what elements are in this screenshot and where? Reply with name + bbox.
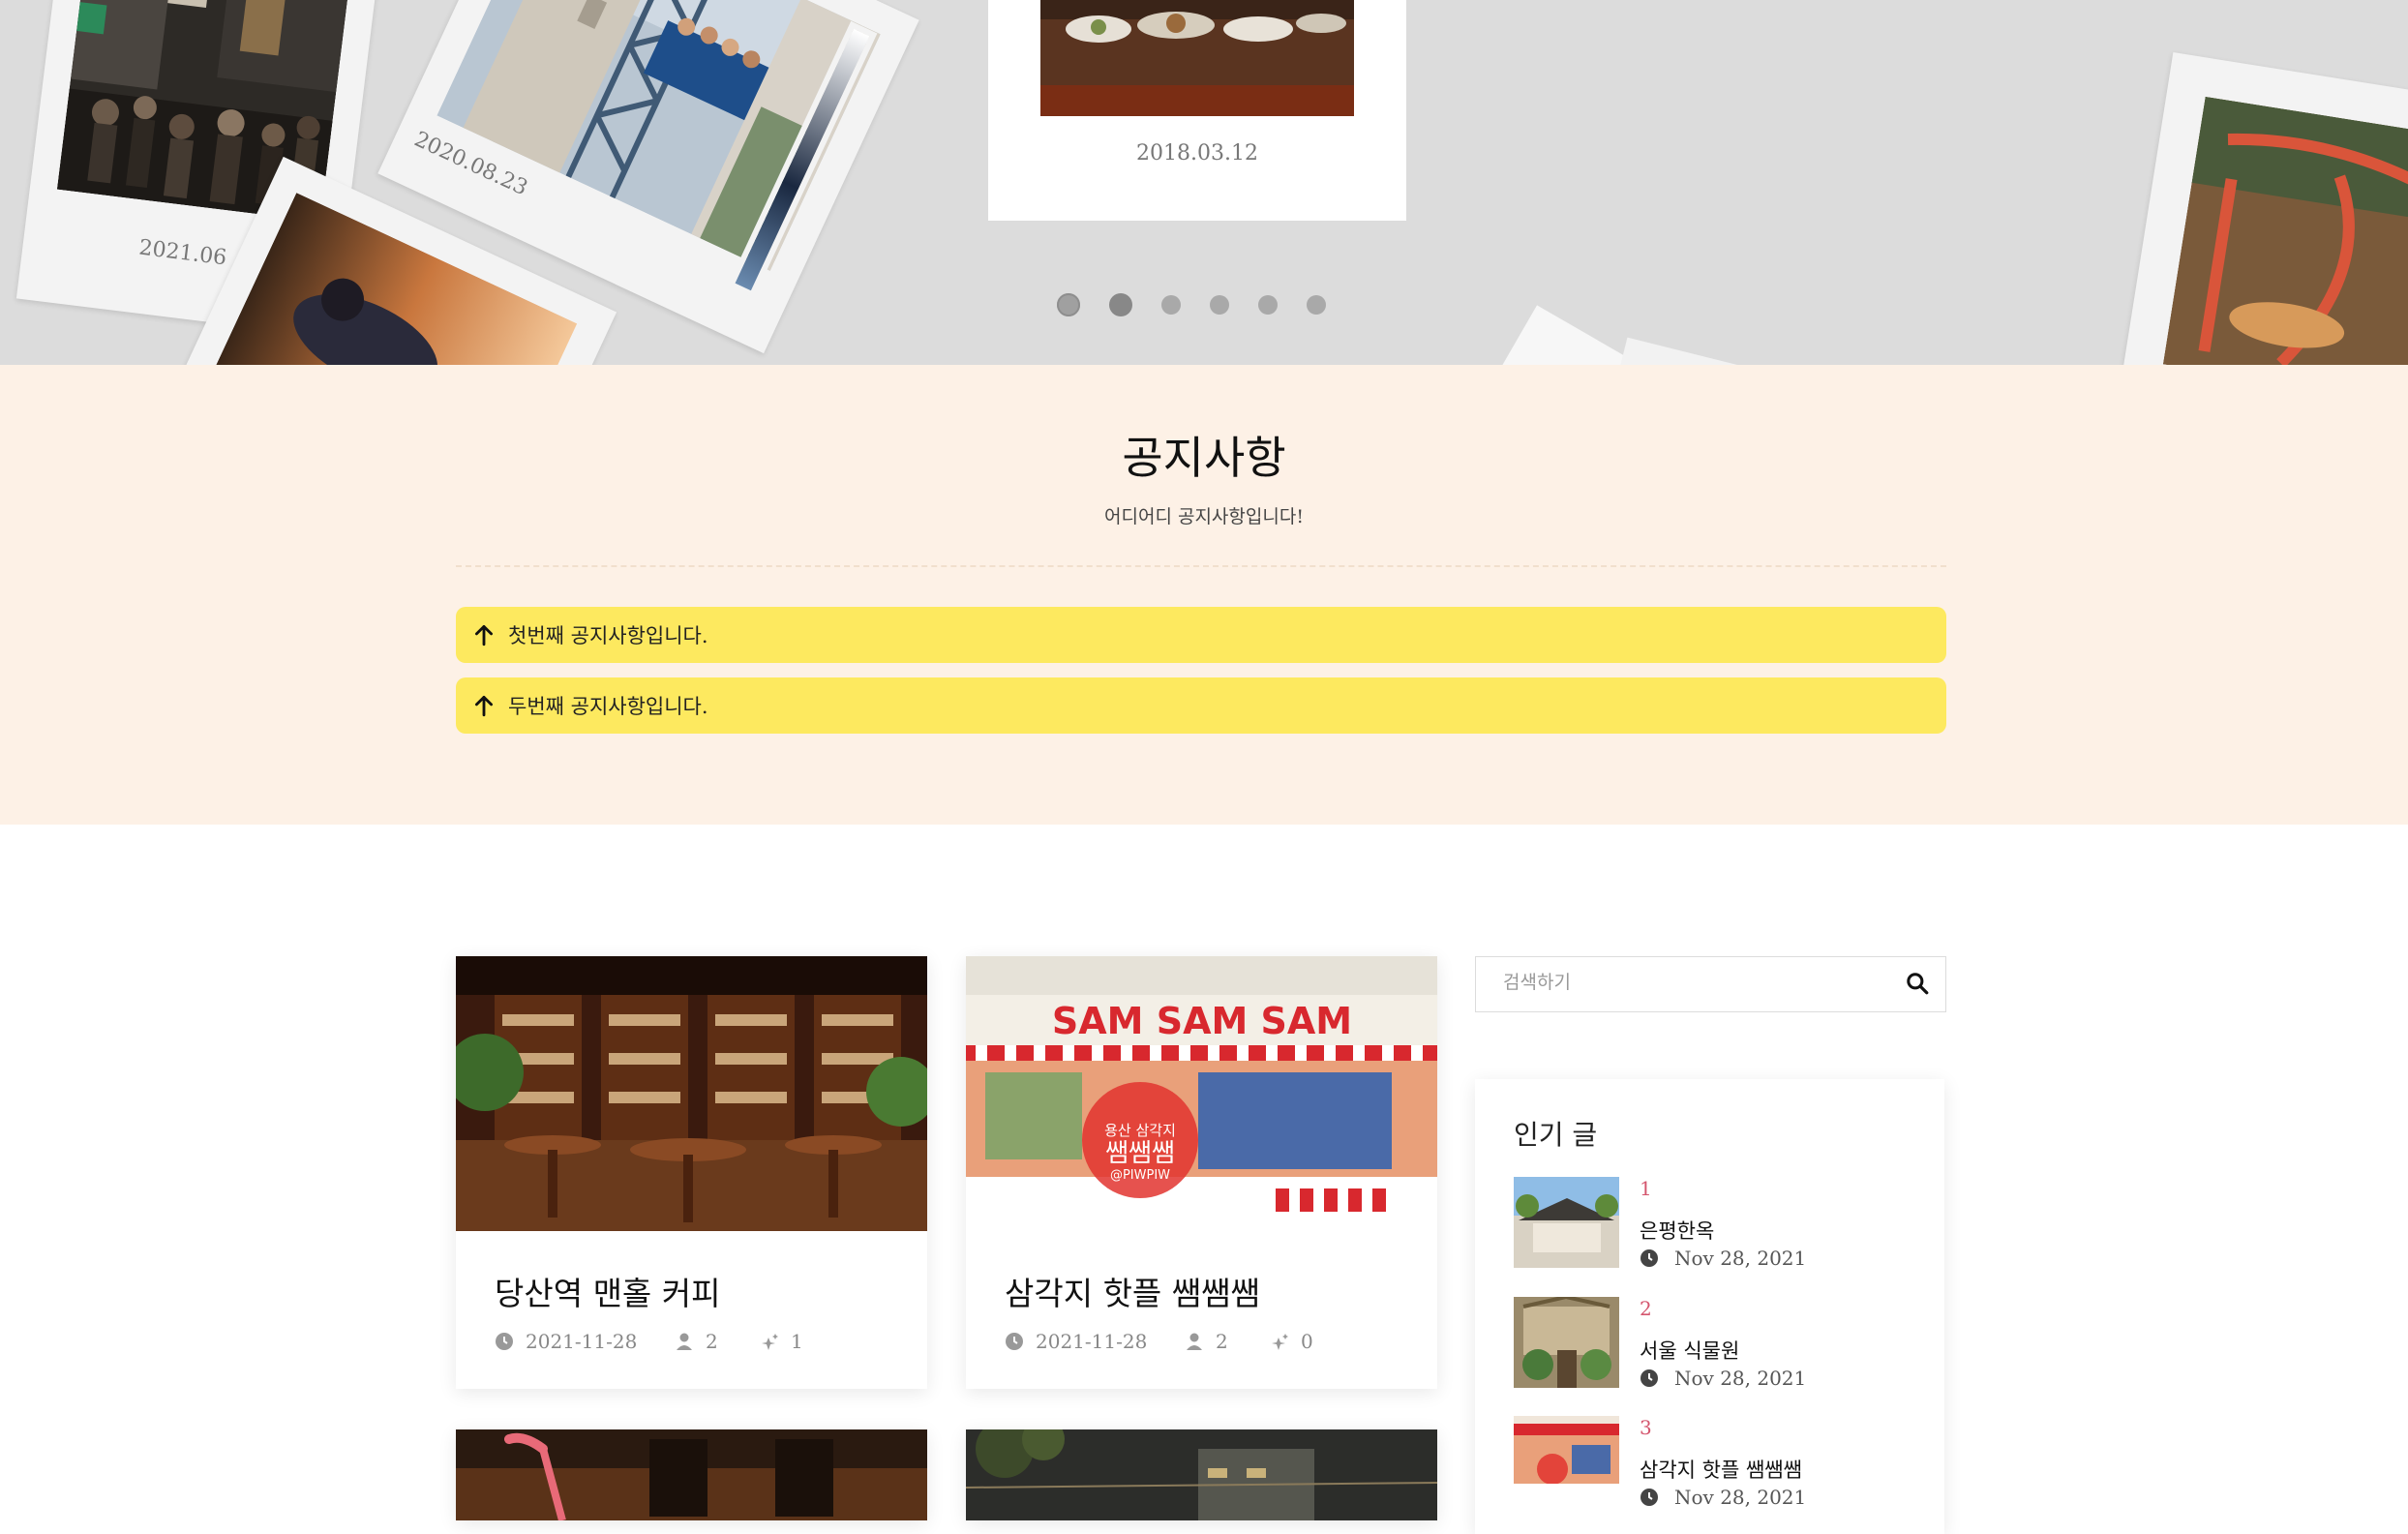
popular-post-date: Nov 28, 2021 bbox=[1640, 1367, 1806, 1390]
post-date: 2021-11-28 bbox=[495, 1330, 637, 1353]
photo-slider: 2021.06 2020.08.23 2018.03.12 bbox=[0, 0, 2408, 365]
notice-divider bbox=[456, 565, 1946, 567]
post-thumbnail bbox=[456, 956, 927, 1231]
popular-posts-title: 인기 글 bbox=[1514, 1119, 1598, 1151]
post-date-text: 2021-11-28 bbox=[526, 1330, 638, 1353]
post-card[interactable] bbox=[456, 1429, 927, 1520]
post-meta: 2021-11-28 2 0 bbox=[1005, 1330, 1430, 1353]
svg-text:SAM SAM SAM: SAM SAM SAM bbox=[1052, 1000, 1352, 1042]
post-likes: 1 bbox=[760, 1330, 803, 1353]
popular-post-date: Nov 28, 2021 bbox=[1640, 1486, 1806, 1509]
decor-polaroid-corner bbox=[1609, 337, 1740, 365]
svg-text:용산 삼각지: 용산 삼각지 bbox=[1104, 1122, 1176, 1139]
post-author: 2 bbox=[1185, 1330, 1228, 1353]
slider-pagination bbox=[1057, 293, 1326, 316]
decor-polaroid-corner bbox=[1498, 305, 1638, 365]
notice-item-label: 두번째 공지사항입니다. bbox=[508, 695, 708, 718]
popular-post-rank: 2 bbox=[1640, 1297, 1652, 1320]
post-thumbnail bbox=[456, 1429, 927, 1520]
post-card[interactable] bbox=[966, 1429, 1437, 1520]
slider-dot[interactable] bbox=[1057, 293, 1080, 316]
sparkle-star-icon bbox=[1272, 1334, 1288, 1350]
popular-post-thumbnail bbox=[1514, 1416, 1619, 1507]
photo-caption: 2018.03.12 bbox=[1136, 141, 1258, 165]
post-author-count: 2 bbox=[706, 1330, 718, 1353]
user-icon bbox=[677, 1333, 692, 1350]
slider-dot[interactable] bbox=[1161, 295, 1181, 315]
popular-post-rank: 3 bbox=[1640, 1416, 1652, 1439]
post-title[interactable]: 삼각지 핫플 쌤쌤쌤 bbox=[1005, 1268, 1260, 1314]
post-author: 2 bbox=[675, 1330, 718, 1353]
popular-post-title[interactable]: 삼각지 핫플 쌤쌤쌤 bbox=[1640, 1455, 1802, 1484]
svg-text:쌤쌤쌤: 쌤쌤쌤 bbox=[1105, 1139, 1175, 1168]
search-input[interactable] bbox=[1501, 971, 1873, 994]
clock-icon bbox=[1640, 1249, 1658, 1267]
post-meta: 2021-11-28 2 1 bbox=[495, 1330, 920, 1353]
clock-icon bbox=[496, 1333, 513, 1350]
popular-post-item[interactable]: 2 서울 식물원 Nov 28, 2021 bbox=[1514, 1297, 1920, 1390]
post-author-count: 2 bbox=[1216, 1330, 1228, 1353]
notice-section: 공지사항 어디어디 공지사항입니다! 첫번째 공지사항입니다. 두번째 공지사항… bbox=[0, 365, 2408, 825]
post-date: 2021-11-28 bbox=[1005, 1330, 1147, 1353]
notice-item-label: 첫번째 공지사항입니다. bbox=[508, 624, 708, 647]
dinner-table-photo bbox=[1040, 0, 1354, 116]
polaroid-card[interactable]: 2018.03.12 bbox=[988, 0, 1406, 221]
post-thumbnail: SAM SAM SAM 용산 삼각지 쌤쌤쌤 @PIWPIW bbox=[966, 956, 1437, 1231]
post-card[interactable]: SAM SAM SAM 용산 삼각지 쌤쌤쌤 @PIWPIW 삼각지 핫플 쌤쌤… bbox=[966, 956, 1437, 1389]
clock-icon bbox=[1640, 1489, 1658, 1506]
arrow-up-icon bbox=[475, 695, 493, 717]
slider-dot[interactable] bbox=[1307, 295, 1326, 315]
post-likes-count: 1 bbox=[791, 1330, 803, 1353]
popular-post-thumbnail bbox=[1514, 1177, 1619, 1268]
search-box bbox=[1475, 956, 1946, 1012]
notice-item[interactable]: 첫번째 공지사항입니다. bbox=[456, 607, 1946, 663]
popular-posts-widget: 인기 글 1 은평한옥 Nov 28, 2021 2 서울 식물원 Nov 28… bbox=[1475, 1079, 1944, 1534]
post-thumbnail bbox=[966, 1429, 1437, 1520]
clock-icon bbox=[1640, 1369, 1658, 1387]
clock-icon bbox=[1006, 1333, 1023, 1350]
post-likes: 0 bbox=[1270, 1330, 1313, 1353]
post-title[interactable]: 당산역 맨홀 커피 bbox=[495, 1268, 721, 1314]
notice-title: 공지사항 bbox=[1122, 432, 1286, 484]
svg-text:@PIWPIW: @PIWPIW bbox=[1110, 1168, 1170, 1183]
popular-post-rank: 1 bbox=[1640, 1177, 1652, 1200]
notice-subtitle: 어디어디 공지사항입니다! bbox=[1104, 506, 1304, 527]
slider-dot[interactable] bbox=[1210, 295, 1229, 315]
popular-post-item[interactable]: 3 삼각지 핫플 쌤쌤쌤 Nov 28, 2021 bbox=[1514, 1416, 1920, 1509]
user-icon bbox=[1187, 1333, 1202, 1350]
popular-post-date: Nov 28, 2021 bbox=[1640, 1247, 1806, 1270]
popular-post-date-text: Nov 28, 2021 bbox=[1674, 1247, 1807, 1270]
post-date-text: 2021-11-28 bbox=[1036, 1330, 1148, 1353]
slider-dot[interactable] bbox=[1258, 295, 1278, 315]
slider-dot-current[interactable] bbox=[1109, 293, 1132, 316]
cat-bench-photo bbox=[2162, 96, 2408, 365]
notice-item[interactable]: 두번째 공지사항입니다. bbox=[456, 677, 1946, 734]
popular-post-item[interactable]: 1 은평한옥 Nov 28, 2021 bbox=[1514, 1177, 1920, 1270]
popular-post-date-text: Nov 28, 2021 bbox=[1674, 1486, 1807, 1509]
popular-post-title[interactable]: 은평한옥 bbox=[1640, 1216, 1714, 1245]
post-card[interactable]: 당산역 맨홀 커피 2021-11-28 2 1 bbox=[456, 956, 927, 1389]
search-icon[interactable] bbox=[1905, 971, 1930, 996]
popular-post-thumbnail bbox=[1514, 1297, 1619, 1388]
arrow-up-icon bbox=[475, 624, 493, 647]
sparkle-star-icon bbox=[762, 1334, 778, 1350]
polaroid-card[interactable] bbox=[2119, 52, 2408, 365]
popular-post-title[interactable]: 서울 식물원 bbox=[1640, 1336, 1739, 1365]
post-likes-count: 0 bbox=[1301, 1330, 1313, 1353]
popular-post-date-text: Nov 28, 2021 bbox=[1674, 1367, 1807, 1390]
